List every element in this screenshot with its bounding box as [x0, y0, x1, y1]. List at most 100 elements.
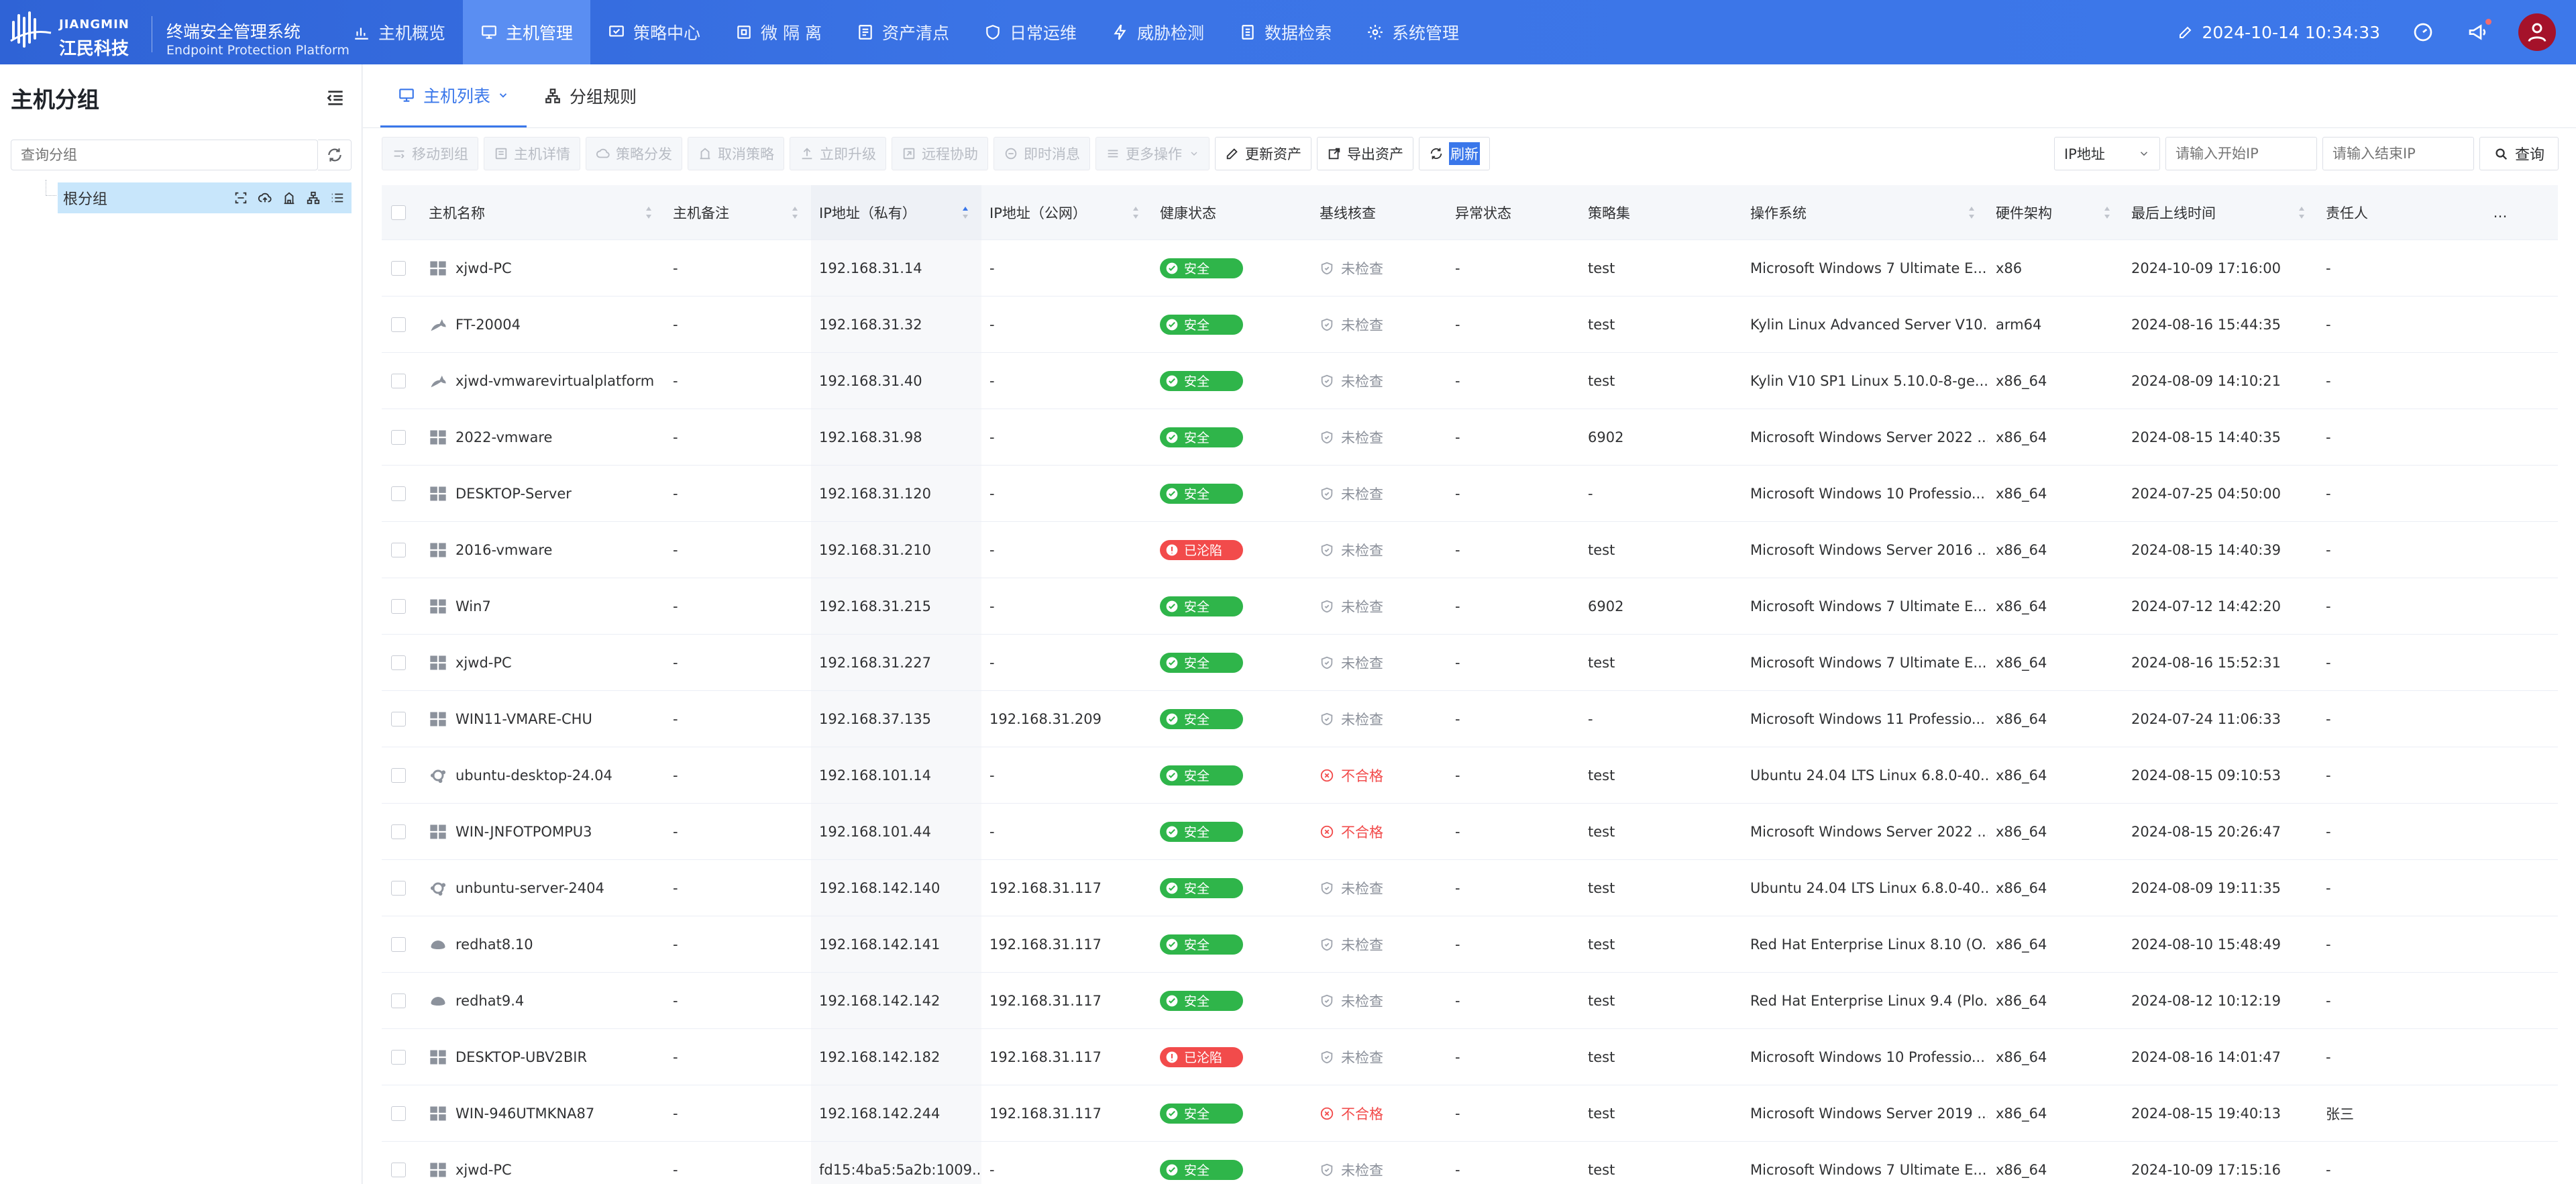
table-row[interactable]: redhat9.4 - 192.168.142.142 192.168.31.117 安… — [382, 973, 2558, 1029]
hierarchy-icon[interactable] — [306, 191, 321, 205]
nav-item-daily-ops[interactable]: 日常运维 — [967, 0, 1094, 64]
table-row[interactable]: DESKTOP-Server - 192.168.31.120 - 安全 未检查 - - Mic… — [382, 466, 2558, 522]
scan-icon[interactable] — [233, 191, 248, 205]
ip-type-select[interactable]: IP地址 — [2053, 137, 2160, 170]
instant-message-button[interactable]: 即时消息 — [994, 137, 1090, 170]
nav-item-micro-isolation[interactable]: 微 隔 离 — [718, 0, 839, 64]
table-row[interactable]: xjwd-PC - 192.168.31.227 - 安全 未检查 - test Microso… — [382, 635, 2558, 691]
table-row[interactable]: WIN11-VMARE-CHU - 192.168.37.135 192.168.31… — [382, 691, 2558, 747]
move-group-button[interactable]: 移动到组 — [382, 137, 478, 170]
table-row[interactable]: 2016-vmware - 192.168.31.210 - 已沦陷 未检查 - test Mi… — [382, 522, 2558, 578]
group-search-input[interactable] — [11, 140, 318, 170]
update-assets-button[interactable]: 更新资产 — [1215, 137, 1311, 170]
row-checkbox[interactable] — [391, 1049, 406, 1065]
policy-dispatch-button[interactable]: 策略分发 — [586, 137, 682, 170]
table-row[interactable]: FT-20004 - 192.168.31.32 - 安全 未检查 - test Kylin L… — [382, 297, 2558, 353]
host-name-cell[interactable]: Win7 — [421, 578, 665, 634]
policy-set: - — [1588, 485, 1593, 502]
nav-item-host-overview[interactable]: 主机概览 — [335, 0, 463, 64]
table-row[interactable]: redhat8.10 - 192.168.142.141 192.168.31.117… — [382, 916, 2558, 973]
row-checkbox[interactable] — [391, 317, 406, 332]
table-row[interactable]: ubuntu-desktop-24.04 - 192.168.101.14 - 安全 不合… — [382, 747, 2558, 804]
host-name-cell[interactable]: xjwd-PC — [421, 635, 665, 690]
row-checkbox[interactable] — [391, 486, 406, 501]
column-header-ip-private[interactable]: IP地址（私有） — [811, 185, 981, 239]
nav-item-data-search[interactable]: 数据检索 — [1222, 0, 1349, 64]
more-actions-button[interactable]: 更多操作 — [1095, 137, 1210, 170]
row-checkbox[interactable] — [391, 1162, 406, 1177]
group-refresh-button[interactable] — [318, 140, 352, 170]
row-checkbox[interactable] — [391, 429, 406, 445]
table-row[interactable]: WIN-JNFOTPOMPU3 - 192.168.101.44 - 安全 不合格 - tes… — [382, 804, 2558, 860]
host-name-cell[interactable]: 2016-vmware — [421, 522, 665, 578]
table-row[interactable]: WIN-946UTMKNA87 - 192.168.142.244 192.168.3… — [382, 1085, 2558, 1142]
tree-node-root-group[interactable]: 根分组 — [58, 182, 352, 213]
user-avatar[interactable] — [2518, 13, 2556, 51]
host-name-cell[interactable]: WIN-946UTMKNA87 — [421, 1085, 665, 1141]
nav-item-asset-inventory[interactable]: 资产清点 — [839, 0, 967, 64]
row-checkbox[interactable] — [391, 711, 406, 726]
host-name-cell[interactable]: DESKTOP-UBV2BIR — [421, 1029, 665, 1085]
nav-item-host-management[interactable]: 主机管理 — [463, 0, 591, 64]
dashboard-button[interactable] — [2412, 21, 2434, 43]
end-ip-input[interactable] — [2322, 137, 2474, 170]
notification-button[interactable] — [2467, 19, 2491, 43]
column-header-arch[interactable]: 硬件架构 — [1988, 185, 2123, 239]
table-row[interactable]: 2022-vmware - 192.168.31.98 - 安全 未检查 - 6902 Micr… — [382, 409, 2558, 466]
host-name-cell[interactable]: xjwd-PC — [421, 240, 665, 296]
host-name-cell[interactable]: WIN11-VMARE-CHU — [421, 691, 665, 747]
host-name-cell[interactable]: DESKTOP-Server — [421, 466, 665, 521]
row-checkbox[interactable] — [391, 936, 406, 952]
refresh-button[interactable]: 刷新 — [1419, 137, 1490, 170]
query-button[interactable]: 查询 — [2479, 137, 2559, 170]
row-checkbox[interactable] — [391, 542, 406, 557]
host-name-cell[interactable]: xjwd-vmwarevirtualplatform — [421, 353, 665, 409]
collapse-menu-icon[interactable] — [325, 87, 346, 109]
host-name-cell[interactable]: WIN-JNFOTPOMPU3 — [421, 804, 665, 859]
column-header-os[interactable]: 操作系统 — [1742, 185, 1988, 239]
host-name-cell[interactable]: unbuntu-server-2404 — [421, 860, 665, 916]
column-settings-button[interactable]: … — [2443, 185, 2558, 239]
column-header-host-name[interactable]: 主机名称 — [421, 185, 665, 239]
column-header-ip-public[interactable]: IP地址（公网） — [981, 185, 1152, 239]
upgrade-now-button[interactable]: 立即升级 — [790, 137, 886, 170]
host-name-cell[interactable]: FT-20004 — [421, 297, 665, 352]
table-row[interactable]: xjwd-PC - 192.168.31.14 - 安全 未检查 - test Microsof… — [382, 240, 2558, 297]
remote-assist-button[interactable]: 远程协助 — [892, 137, 988, 170]
column-header-last-online[interactable]: 最后上线时间 — [2123, 185, 2318, 239]
row-checkbox[interactable] — [391, 1106, 406, 1121]
row-checkbox[interactable] — [391, 373, 406, 388]
row-checkbox[interactable] — [391, 880, 406, 896]
start-ip-input[interactable] — [2165, 137, 2317, 170]
host-name-cell[interactable]: 2022-vmware — [421, 409, 665, 465]
select-all-checkbox[interactable] — [391, 205, 406, 220]
row-checkbox[interactable] — [391, 824, 406, 839]
table-row[interactable]: xjwd-vmwarevirtualplatform - 192.168.31.40… — [382, 353, 2558, 409]
row-checkbox[interactable] — [391, 655, 406, 670]
list-icon[interactable] — [330, 191, 345, 205]
table-row[interactable]: Win7 - 192.168.31.215 - 安全 未检查 - 6902 Microsoft … — [382, 578, 2558, 635]
host-name-cell[interactable]: redhat9.4 — [421, 973, 665, 1028]
building-icon[interactable] — [282, 191, 297, 205]
host-detail-button[interactable]: 主机详情 — [484, 137, 580, 170]
table-row[interactable]: xjwd-PC - fd15:4ba5:5a2b:1009... - 安全 未检查 - tes… — [382, 1142, 2558, 1184]
cancel-policy-button[interactable]: 取消策略 — [688, 137, 784, 170]
row-checkbox[interactable] — [391, 993, 406, 1008]
host-name-cell[interactable]: xjwd-PC — [421, 1142, 665, 1184]
export-assets-button[interactable]: 导出资产 — [1317, 137, 1413, 170]
row-checkbox[interactable] — [391, 767, 406, 783]
cloud-upload-icon[interactable] — [258, 191, 272, 205]
nav-item-policy-center[interactable]: 策略中心 — [590, 0, 718, 64]
brand-logo[interactable]: JIANGMIN 江民科技 终端安全管理系统 Endpoint Protecti… — [9, 7, 350, 59]
nav-item-system-management[interactable]: 系统管理 — [1349, 0, 1477, 64]
tab-host-list[interactable]: 主机列表 — [380, 64, 527, 127]
row-checkbox[interactable] — [391, 598, 406, 614]
row-checkbox[interactable] — [391, 260, 406, 276]
table-row[interactable]: DESKTOP-UBV2BIR - 192.168.142.182 192.168.3… — [382, 1029, 2558, 1085]
host-name-cell[interactable]: ubuntu-desktop-24.04 — [421, 747, 665, 803]
table-row[interactable]: unbuntu-server-2404 - 192.168.142.140 192.1… — [382, 860, 2558, 916]
nav-item-threat-detection[interactable]: 威胁检测 — [1094, 0, 1222, 64]
tab-group-rules[interactable]: 分组规则 — [527, 64, 654, 127]
column-header-note[interactable]: 主机备注 — [665, 185, 811, 239]
host-name-cell[interactable]: redhat8.10 — [421, 916, 665, 972]
